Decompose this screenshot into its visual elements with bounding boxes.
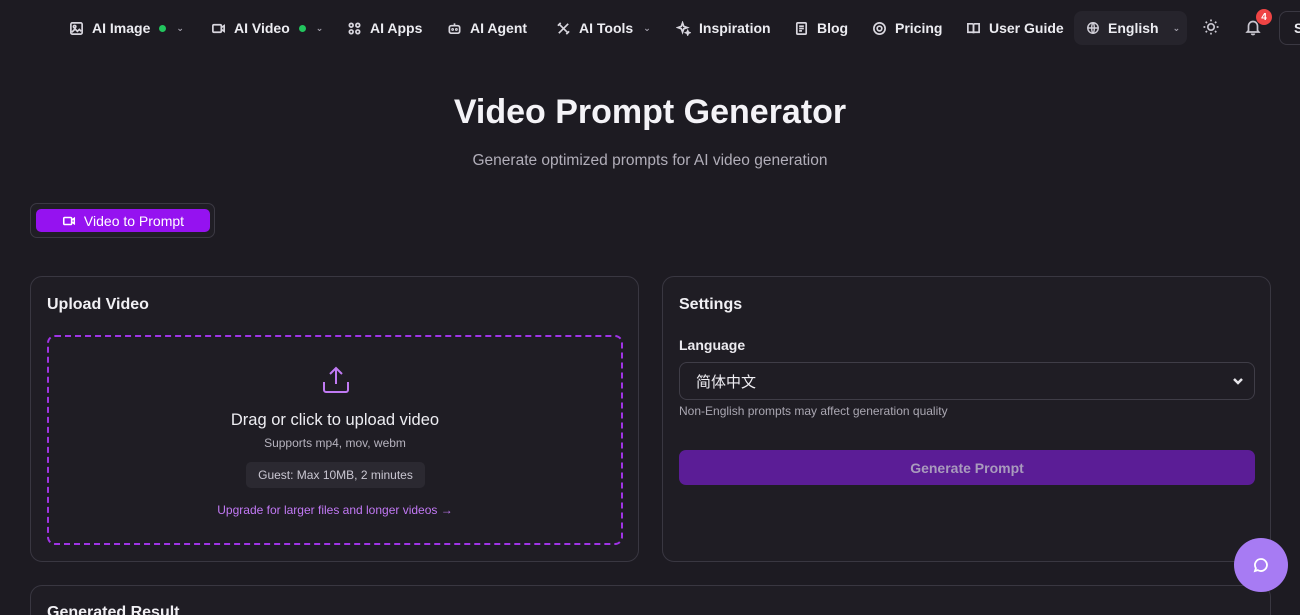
chevron-down-icon: ⌄ bbox=[315, 22, 324, 33]
nav-ai-video[interactable]: AI Video ⌄ bbox=[211, 14, 323, 42]
nav-label: AI Image bbox=[92, 20, 151, 36]
nav-ai-apps[interactable]: AI Apps bbox=[347, 14, 422, 42]
nav-label: Inspiration bbox=[699, 20, 771, 36]
language-selector[interactable]: English ⌄ bbox=[1074, 11, 1187, 45]
chevron-down-icon: ⌄ bbox=[176, 22, 184, 33]
nav-ai-image[interactable]: AI Image ⌄ bbox=[69, 14, 184, 42]
chevron-down-icon: ⌄ bbox=[643, 22, 651, 33]
language-select-value: 简体中文 bbox=[696, 373, 757, 391]
nav-label: AI Tools bbox=[579, 20, 634, 36]
chat-icon bbox=[1253, 558, 1268, 573]
video-dropzone[interactable]: Drag or click to upload video Supports m… bbox=[47, 335, 623, 545]
page-title: Video Prompt Generator bbox=[453, 93, 847, 131]
video-icon bbox=[62, 216, 75, 225]
nav-label: User Guide bbox=[989, 20, 1064, 36]
nav-ai-tools[interactable]: AI Tools ⌄ bbox=[556, 14, 651, 42]
nav-label: Pricing bbox=[895, 20, 943, 36]
tools-icon bbox=[557, 21, 570, 35]
globe-icon bbox=[1087, 22, 1099, 34]
panel-title: Generated Result bbox=[47, 604, 180, 615]
nav-ai-agent[interactable]: AI Agent bbox=[447, 14, 527, 42]
sparkles-icon bbox=[676, 20, 691, 36]
image-icon bbox=[70, 21, 83, 35]
nav-user-guide[interactable]: User Guide bbox=[966, 14, 1064, 42]
chat-button[interactable] bbox=[1234, 538, 1288, 592]
document-icon bbox=[795, 21, 808, 35]
nav-label: AI Agent bbox=[470, 20, 528, 36]
mode-tabs: Video to Prompt bbox=[30, 203, 215, 238]
coin-icon bbox=[873, 21, 886, 35]
tab-video-to-prompt[interactable]: Video to Prompt bbox=[36, 209, 210, 232]
panel-title: Settings bbox=[679, 296, 743, 313]
language-select[interactable]: 简体中文 bbox=[679, 362, 1255, 400]
language-hint: Non-English prompts may affect generatio… bbox=[679, 404, 948, 418]
nav-blog[interactable]: Blog bbox=[794, 14, 848, 42]
upload-panel: Upload Video Drag or click to upload vid… bbox=[30, 276, 639, 562]
chevron-down-icon: ⌄ bbox=[1172, 22, 1181, 33]
tab-label: Video to Prompt bbox=[83, 212, 185, 229]
bot-icon bbox=[448, 22, 461, 34]
book-icon bbox=[967, 22, 980, 33]
supported-formats: Supports mp4, mov, webm bbox=[264, 436, 406, 450]
language-field-label: Language bbox=[679, 337, 746, 353]
result-panel: Generated Result bbox=[30, 585, 1271, 615]
nav-label: AI Apps bbox=[370, 20, 423, 36]
nav-label: Blog bbox=[817, 20, 849, 36]
settings-panel: Settings Language 简体中文 Non-English promp… bbox=[662, 276, 1271, 562]
language-label: English bbox=[1108, 20, 1159, 36]
upgrade-link[interactable]: Upgrade for larger files and longer vide… bbox=[49, 503, 621, 517]
chevron-down-icon bbox=[1233, 378, 1243, 385]
nav-inspiration[interactable]: Inspiration bbox=[676, 14, 771, 42]
page-subtitle: Generate optimized prompts for AI video … bbox=[472, 152, 828, 169]
status-dot bbox=[298, 24, 306, 32]
nav-label: AI Video bbox=[234, 20, 290, 36]
dropzone-instruction: Drag or click to upload video bbox=[230, 411, 440, 429]
top-nav: AI Image ⌄ AI Video ⌄ AI Apps AI Agent A… bbox=[0, 0, 1300, 56]
generate-prompt-button[interactable]: Generate Prompt bbox=[679, 450, 1255, 485]
signin-button[interactable]: S bbox=[1279, 11, 1300, 45]
upload-limit-badge: Guest: Max 10MB, 2 minutes bbox=[246, 462, 425, 488]
theme-toggle[interactable] bbox=[1200, 16, 1222, 38]
status-dot bbox=[159, 24, 167, 32]
notification-badge: 4 bbox=[1256, 9, 1272, 25]
sun-icon bbox=[1203, 19, 1219, 35]
panel-title: Upload Video bbox=[47, 296, 149, 313]
upload-icon bbox=[319, 363, 353, 397]
video-icon bbox=[212, 23, 225, 33]
apps-icon bbox=[348, 22, 361, 34]
nav-pricing[interactable]: Pricing bbox=[872, 14, 942, 42]
